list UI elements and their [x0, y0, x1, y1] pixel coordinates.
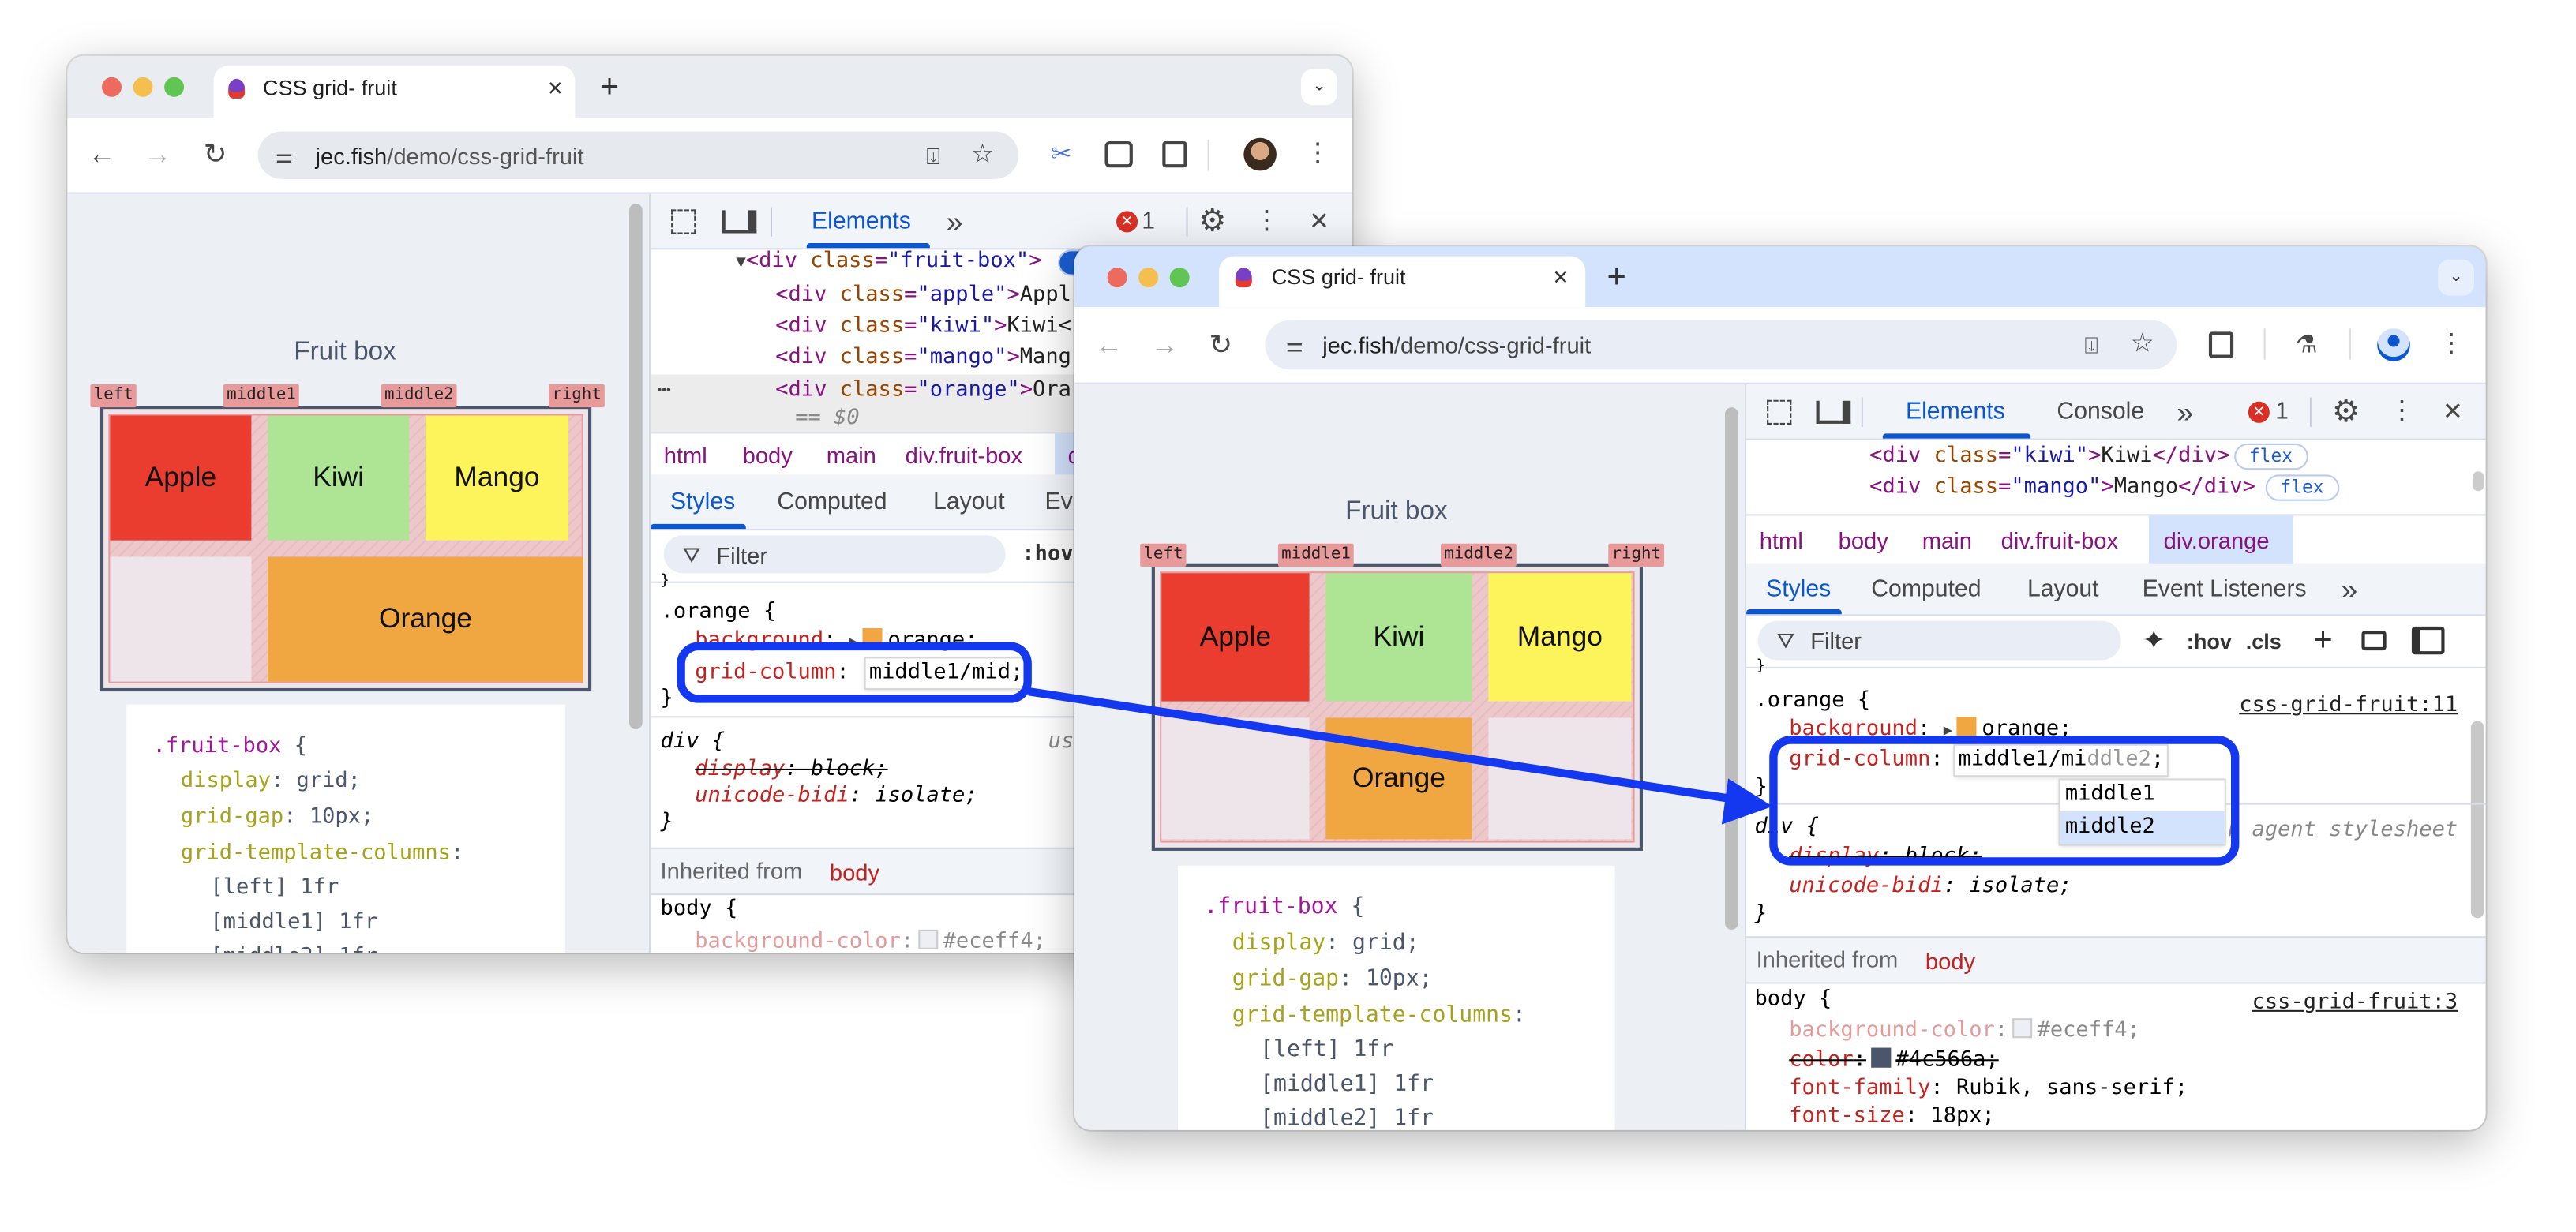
arrow-shaft	[1027, 687, 1739, 804]
annotation-arrow	[1027, 687, 1773, 825]
arrow-head	[1721, 778, 1773, 825]
screenshot-stage: CSS grid- fruit ✕ + ⌄ ← → ↻ ⚌ jec.fish/d…	[0, 0, 2576, 1232]
